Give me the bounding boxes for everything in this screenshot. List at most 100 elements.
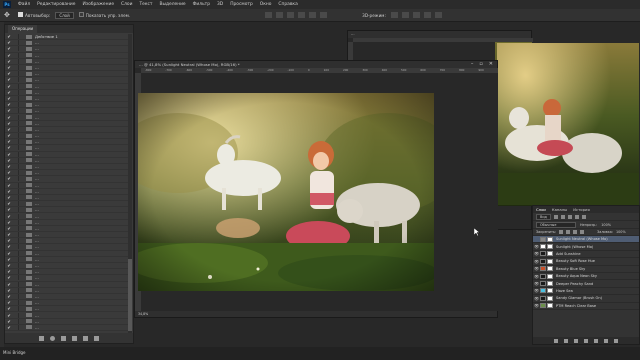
slide-3d-icon[interactable] (423, 12, 431, 18)
action-dialog-toggle[interactable] (13, 65, 19, 71)
action-dialog-toggle[interactable] (13, 145, 19, 151)
menu-item[interactable]: Просмотр (230, 2, 253, 7)
action-toggle-checkbox[interactable]: ✔ (5, 319, 13, 324)
trash-icon[interactable] (94, 335, 99, 341)
menu-item[interactable]: 3D (217, 2, 223, 7)
action-dialog-toggle[interactable] (13, 312, 19, 318)
action-toggle-checkbox[interactable]: ✔ (5, 46, 13, 51)
stop-icon[interactable] (39, 335, 44, 341)
canvas-image-secondary-full[interactable] (497, 43, 639, 205)
tab-actions[interactable]: Операции (8, 25, 38, 33)
menu-item[interactable]: Фильтр (193, 2, 210, 7)
action-dialog-toggle[interactable] (13, 46, 19, 52)
action-dialog-toggle[interactable] (13, 120, 19, 126)
action-toggle-checkbox[interactable]: ✔ (5, 244, 13, 249)
action-toggle-checkbox[interactable]: ✔ (5, 170, 13, 175)
align-right-icon[interactable] (320, 12, 328, 18)
action-toggle-checkbox[interactable]: ✔ (5, 220, 13, 225)
filter-smart-icon[interactable] (581, 214, 586, 219)
layers-filter-dropdown[interactable]: Вид (536, 213, 551, 220)
action-dialog-toggle[interactable] (13, 201, 19, 207)
align-center-icon[interactable] (309, 12, 317, 18)
layer-row[interactable]: 👁 PTM Reach Clear Base (533, 303, 639, 310)
action-toggle-checkbox[interactable]: ✔ (5, 40, 13, 45)
action-toggle-checkbox[interactable]: ✔ (5, 251, 13, 256)
action-toggle-checkbox[interactable]: ✔ (5, 102, 13, 107)
action-dialog-toggle[interactable] (13, 324, 19, 330)
trash-icon[interactable] (614, 338, 618, 343)
visibility-eye-icon[interactable]: 👁 (533, 259, 540, 264)
action-toggle-checkbox[interactable]: ✔ (5, 263, 13, 268)
align-left-icon[interactable] (298, 12, 306, 18)
action-toggle-checkbox[interactable]: ✔ (5, 59, 13, 64)
action-dialog-toggle[interactable] (13, 182, 19, 188)
filter-shape-icon[interactable] (574, 214, 579, 219)
layer-row[interactable]: 👁 Sandy Glamor (Brush On) (533, 295, 639, 303)
action-dialog-toggle[interactable] (13, 188, 19, 194)
autoselect-checkbox[interactable]: Автовыбор: (18, 12, 50, 18)
action-toggle-checkbox[interactable]: ✔ (5, 34, 13, 39)
action-toggle-checkbox[interactable]: ✔ (5, 306, 13, 311)
layer-mask-thumbnail[interactable] (547, 288, 553, 294)
action-dialog-toggle[interactable] (13, 83, 19, 89)
play-icon[interactable] (61, 335, 66, 341)
action-toggle-checkbox[interactable]: ✔ (5, 121, 13, 126)
opacity-value[interactable]: 100% (601, 223, 611, 227)
layer-row[interactable]: 👁 Haze Sea (533, 288, 639, 296)
action-toggle-checkbox[interactable]: ✔ (5, 77, 13, 82)
action-dialog-toggle[interactable] (13, 77, 19, 83)
action-dialog-toggle[interactable] (13, 207, 19, 213)
menu-item[interactable]: Слои (121, 2, 132, 7)
layer-row[interactable]: 👁 Beauty Soft Rose Hue (533, 258, 639, 266)
actions-scrollbar[interactable] (128, 34, 132, 334)
action-toggle-checkbox[interactable]: ✔ (5, 300, 13, 305)
action-toggle-checkbox[interactable]: ✔ (5, 275, 13, 280)
filter-pixel-icon[interactable] (553, 214, 558, 219)
fill-value[interactable]: 100% (616, 230, 626, 234)
action-toggle-checkbox[interactable]: ✔ (5, 90, 13, 95)
blend-mode-dropdown[interactable]: Обычные (536, 221, 576, 228)
actions-scrollbar-thumb[interactable] (128, 259, 132, 331)
action-dialog-toggle[interactable] (13, 108, 19, 114)
action-toggle-checkbox[interactable]: ✔ (5, 238, 13, 243)
action-toggle-checkbox[interactable]: ✔ (5, 189, 13, 194)
action-toggle-checkbox[interactable]: ✔ (5, 158, 13, 163)
lock-transparent-icon[interactable] (559, 230, 564, 234)
layer-mask-thumbnail[interactable] (547, 281, 553, 287)
action-dialog-toggle[interactable] (13, 157, 19, 163)
lock-position-icon[interactable] (573, 230, 578, 234)
autoselect-dropdown[interactable]: Слой (55, 11, 74, 19)
document-title-secondary[interactable]: … (348, 31, 531, 38)
action-dialog-toggle[interactable] (13, 40, 19, 46)
record-icon[interactable] (50, 335, 55, 341)
action-toggle-checkbox[interactable]: ✔ (5, 201, 13, 206)
action-toggle-checkbox[interactable]: ✔ (5, 139, 13, 144)
action-toggle-checkbox[interactable]: ✔ (5, 115, 13, 120)
visibility-eye-icon[interactable]: 👁 (533, 266, 540, 271)
action-dialog-toggle[interactable] (13, 275, 19, 281)
action-dialog-toggle[interactable] (13, 89, 19, 95)
action-toggle-checkbox[interactable]: ✔ (5, 152, 13, 157)
menu-item[interactable]: Файл (18, 2, 30, 7)
link-icon[interactable] (554, 338, 558, 343)
filter-adjustment-icon[interactable] (560, 214, 565, 219)
layer-row[interactable]: Sunlight Neutral (Whose Mo) (533, 236, 639, 244)
minimize-icon[interactable]: – (471, 61, 474, 68)
visibility-eye-icon[interactable]: 👁 (533, 281, 540, 286)
action-toggle-checkbox[interactable]: ✔ (5, 313, 13, 318)
action-toggle-checkbox[interactable]: ✔ (5, 282, 13, 287)
new-layer-icon[interactable] (604, 338, 608, 343)
action-dialog-toggle[interactable] (13, 139, 19, 145)
action-dialog-toggle[interactable] (13, 281, 19, 287)
align-middle-icon[interactable] (276, 12, 284, 18)
new-set-icon[interactable] (72, 335, 77, 341)
new-action-icon[interactable] (83, 335, 88, 341)
mask-icon[interactable] (574, 338, 578, 343)
action-dialog-toggle[interactable] (13, 269, 19, 275)
lock-image-icon[interactable] (566, 230, 571, 234)
visibility-eye-icon[interactable]: 👁 (533, 274, 540, 279)
roll-3d-icon[interactable] (401, 12, 409, 18)
visibility-eye-icon[interactable]: 👁 (533, 296, 540, 301)
action-toggle-checkbox[interactable]: ✔ (5, 96, 13, 101)
action-dialog-toggle[interactable] (13, 293, 19, 299)
